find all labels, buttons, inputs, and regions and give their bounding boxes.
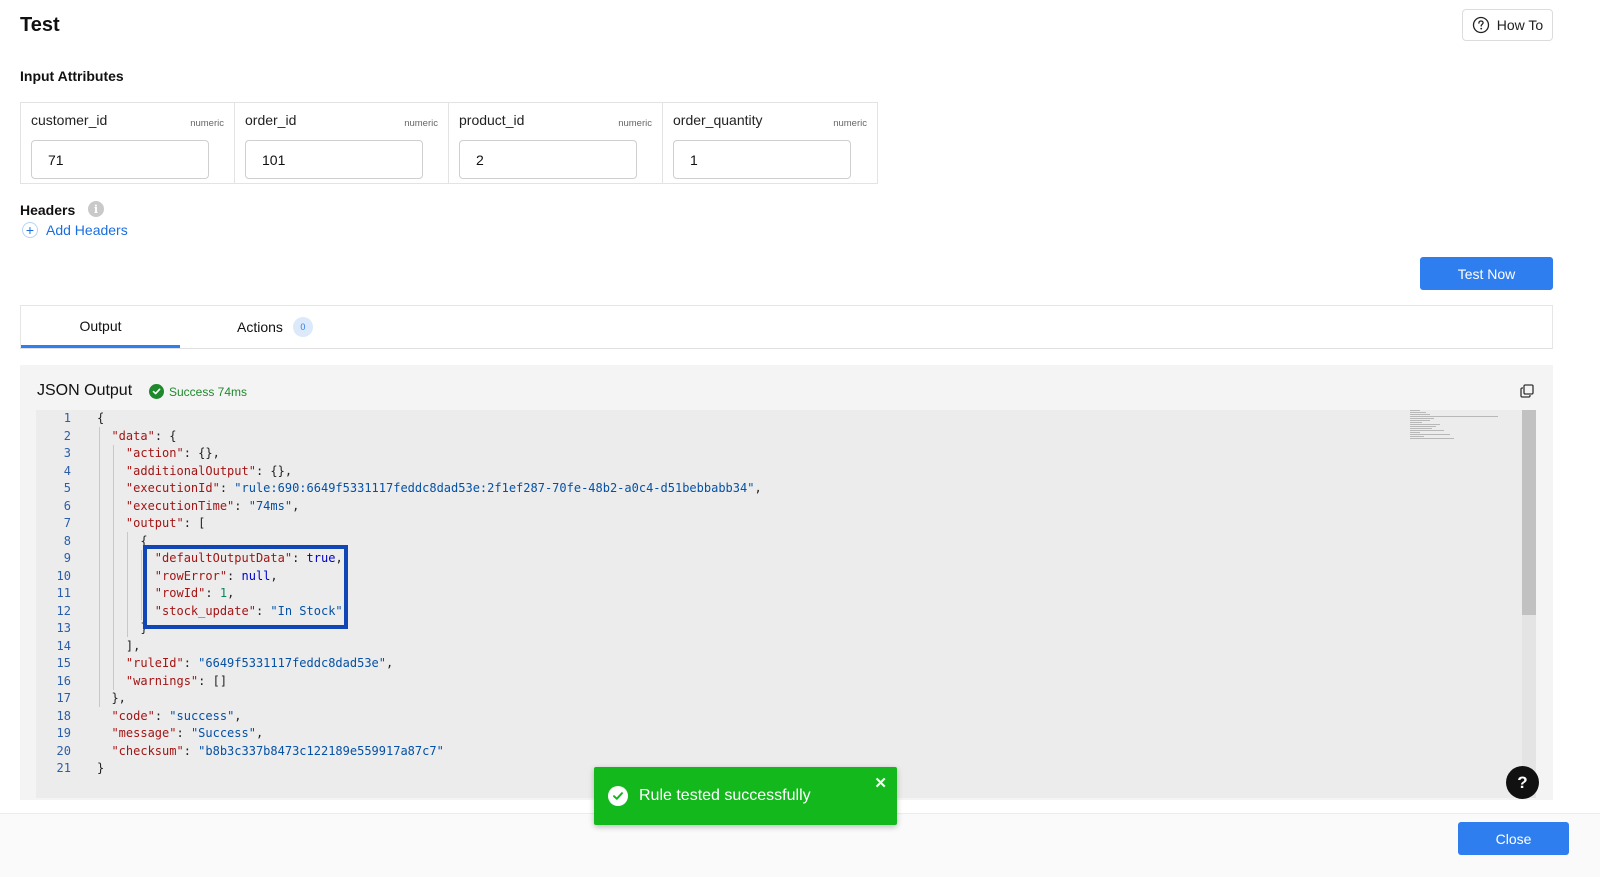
test-page: Test How To Input Attributes customer_id… [0, 0, 1600, 877]
check-circle-icon [608, 786, 628, 806]
line-number: 9 [63, 551, 71, 565]
attribute-cell-order-quantity: order_quantity numeric [663, 103, 877, 183]
line-number: 18 [56, 708, 71, 723]
input-attributes-label: Input Attributes [20, 68, 124, 84]
attribute-type: numeric [618, 118, 652, 129]
customer-id-input[interactable] [31, 140, 209, 179]
headers-label: Headers [20, 202, 76, 218]
tab-output[interactable]: Output [21, 306, 180, 348]
close-button[interactable]: Close [1458, 822, 1569, 855]
scrollbar-thumb[interactable] [1522, 410, 1536, 615]
line-number: 11 [56, 586, 71, 600]
success-toast: Rule tested successfully ✕ [594, 767, 897, 825]
line-number: 16 [56, 673, 71, 688]
line-number: 20 [56, 743, 71, 758]
code-line: "additionalOutput": {}, [125, 463, 293, 478]
code-line: "executionId": "rule:690:6649f5331117fed… [125, 481, 762, 495]
line-number: 2 [63, 428, 71, 443]
code-line: "ruleId": "6649f5331117feddc8dad53e", [125, 656, 394, 670]
attribute-cell-product-id: product_id numeric [449, 103, 663, 183]
json-output-panel: JSON Output Success 74ms 1 2 3 4 5 6 7 8… [20, 365, 1553, 800]
attribute-name: product_id [459, 112, 525, 128]
input-attributes-table: customer_id numeric order_id numeric pro… [20, 102, 878, 184]
actions-count-badge: 0 [292, 317, 313, 337]
code-minimap[interactable] [1410, 410, 1500, 455]
line-number-gutter: 1 2 3 4 5 6 7 8 9 10 11 12 13 14 15 16 1… [36, 410, 86, 778]
attribute-name: order_id [245, 112, 297, 128]
line-number: 14 [56, 638, 71, 653]
tab-actions-label: Actions [237, 319, 283, 335]
code-line: "output": [ [125, 516, 206, 530]
line-number: 13 [56, 621, 71, 635]
tab-actions[interactable]: Actions 0 [237, 306, 313, 348]
code-line: "message": "Success", [111, 726, 264, 740]
line-number: 19 [56, 726, 71, 740]
json-output-title: JSON Output [37, 382, 133, 399]
add-headers-label: Add Headers [46, 222, 128, 238]
code-line: "executionTime": "74ms", [125, 498, 300, 513]
close-icon[interactable]: ✕ [874, 774, 887, 792]
code-line: "checksum": "b8b3c337b8473c122189e559917… [111, 743, 444, 758]
toast-message: Rule tested successfully [639, 787, 811, 804]
tab-output-label: Output [79, 317, 122, 334]
attribute-name: customer_id [31, 112, 108, 128]
attribute-type: numeric [404, 118, 438, 129]
add-headers-link[interactable]: + Add Headers [22, 222, 128, 238]
line-number: 10 [56, 568, 71, 583]
test-now-button[interactable]: Test Now [1420, 257, 1553, 290]
line-number: 6 [63, 498, 71, 513]
how-to-button[interactable]: How To [1462, 9, 1553, 41]
editor-scrollbar[interactable] [1522, 410, 1536, 798]
order-id-input[interactable] [245, 140, 423, 179]
code-line: }, [97, 691, 126, 705]
output-tabs: Output Actions 0 [20, 305, 1553, 349]
line-number: 3 [63, 446, 71, 460]
question-circle-icon [1472, 16, 1489, 34]
line-number: 4 [63, 463, 71, 478]
line-number: 8 [63, 533, 71, 548]
status-text: Success 74ms [169, 384, 248, 399]
line-number: 1 [63, 411, 71, 425]
json-code-editor[interactable]: 1 2 3 4 5 6 7 8 9 10 11 12 13 14 15 16 1… [36, 410, 1536, 798]
copy-icon[interactable] [1520, 384, 1534, 398]
product-id-input[interactable] [459, 140, 637, 179]
code-line: "data": { [111, 428, 177, 443]
page-title: Test [20, 14, 60, 36]
line-number: 12 [56, 603, 71, 618]
code-line: { [97, 411, 105, 425]
code-line: ], [97, 638, 141, 653]
line-number: 17 [56, 691, 71, 705]
code-line: "warnings": [] [125, 673, 228, 688]
highlight-annotation-box [143, 545, 348, 629]
line-number: 21 [56, 761, 71, 775]
line-number: 7 [63, 516, 71, 530]
info-icon[interactable]: i [88, 201, 104, 217]
attribute-cell-order-id: order_id numeric [235, 103, 449, 183]
how-to-label: How To [1496, 17, 1544, 33]
plus-icon: + [22, 222, 38, 238]
attribute-type: numeric [833, 118, 867, 129]
code-line: "code": "success", [111, 708, 242, 723]
attribute-name: order_quantity [673, 112, 763, 128]
line-number: 15 [56, 656, 71, 670]
check-circle-icon [149, 384, 164, 399]
help-button[interactable]: ? [1506, 766, 1539, 799]
attribute-type: numeric [190, 118, 224, 129]
line-number: 5 [63, 481, 71, 495]
status-badge: Success 74ms [149, 384, 247, 399]
order-quantity-input[interactable] [673, 140, 851, 179]
code-line: "action": {}, [125, 446, 220, 460]
attribute-cell-customer-id: customer_id numeric [21, 103, 235, 183]
